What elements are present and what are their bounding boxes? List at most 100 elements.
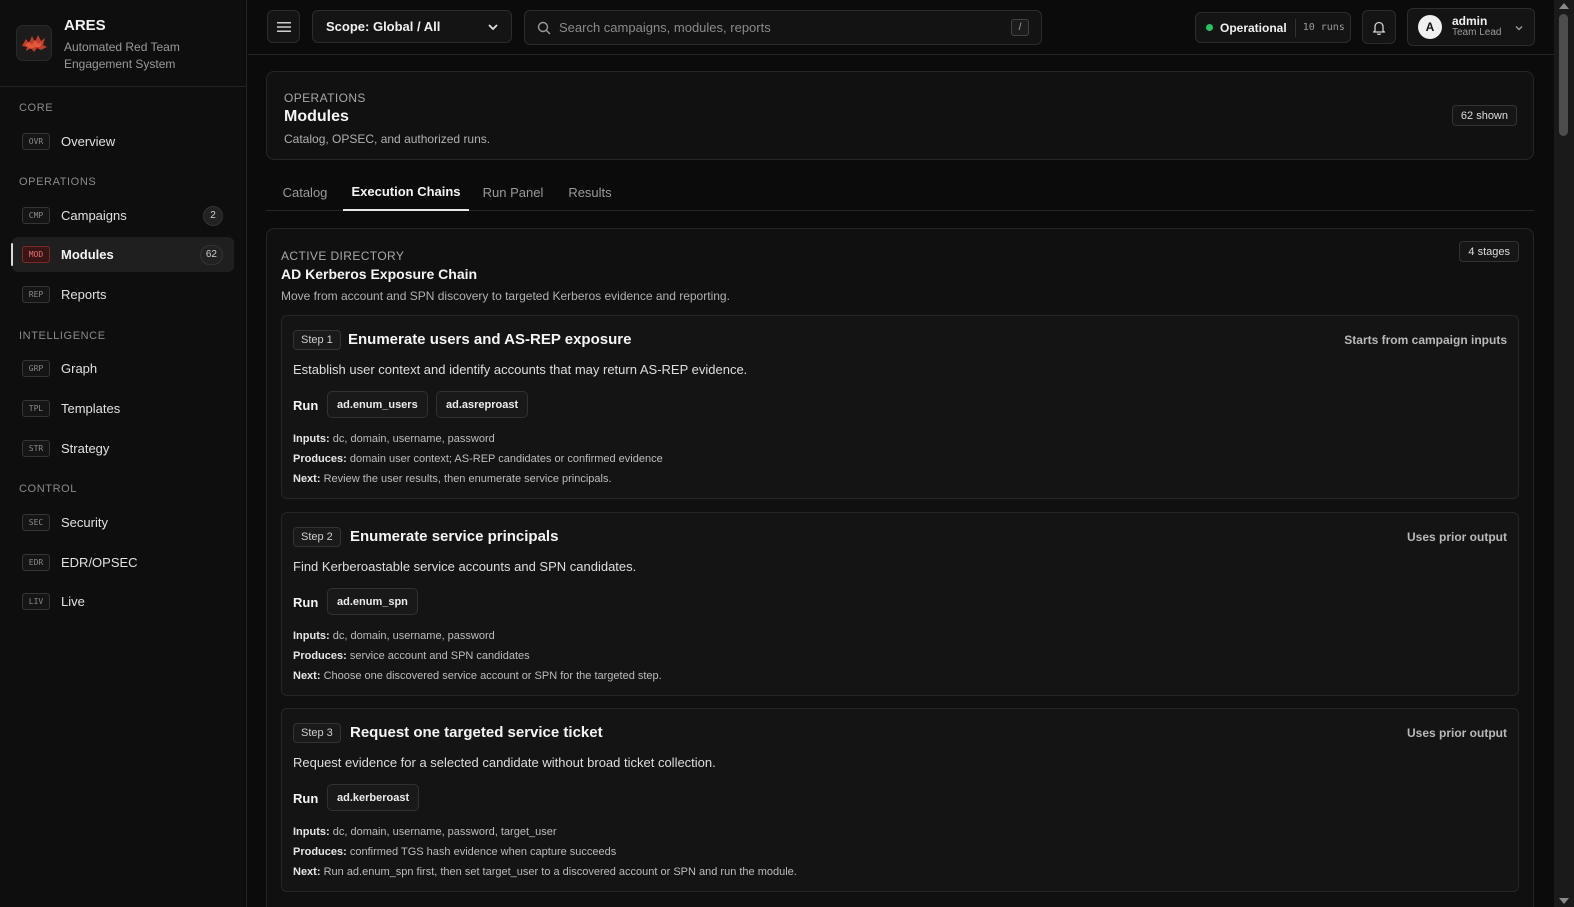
step-inputs: Inputs: dc, domain, username, password, … — [293, 826, 557, 838]
reports-code-icon: REP — [22, 286, 50, 303]
sidebar: ARES Automated Red Team Engagement Syste… — [0, 0, 247, 907]
scroll-down-icon[interactable] — [1559, 898, 1569, 904]
step-title: Enumerate users and AS-REP exposure — [348, 331, 632, 348]
avatar: A — [1418, 15, 1442, 39]
inputs-label: Inputs: — [293, 433, 330, 445]
inputs-value: dc, domain, username, password, target_u… — [332, 826, 557, 838]
tab-results[interactable]: Results — [560, 173, 620, 211]
sidebar-item-label: Templates — [61, 401, 121, 416]
page-eyebrow: OPERATIONS — [284, 91, 366, 105]
chain-category: ACTIVE DIRECTORY — [281, 249, 405, 263]
step-description: Request evidence for a selected candidat… — [293, 755, 716, 770]
produces-label: Produces: — [293, 650, 347, 662]
sidebar-item-label: Reports — [61, 287, 107, 302]
inputs-value: dc, domain, username, password — [332, 433, 495, 445]
main-content: OPERATIONS Modules Catalog, OPSEC, and a… — [248, 55, 1554, 907]
scope-select[interactable]: Scope: Global / All — [312, 10, 512, 43]
module-chip[interactable]: ad.enum_spn — [327, 588, 418, 615]
overview-code-icon: OVR — [22, 133, 50, 150]
run-label: Run — [293, 791, 319, 806]
campaigns-code-icon: CMP — [22, 207, 50, 224]
live-code-icon: LIV — [22, 593, 50, 610]
search-icon — [537, 21, 551, 34]
app-root: ARES Automated Red Team Engagement Syste… — [0, 0, 1574, 907]
shown-count-badge: 62 shown — [1451, 105, 1517, 126]
step-number-badge: Step 1 — [293, 330, 341, 350]
sidebar-item-label: Overview — [61, 134, 116, 149]
sidebar-item-templates[interactable]: TPL Templates — [12, 391, 234, 426]
search-shortcut-key: / — [1011, 19, 1029, 36]
stages-count-badge: 4 stages — [1459, 241, 1519, 262]
sidebar-item-edr-opsec[interactable]: EDR EDR/OPSEC — [12, 545, 234, 580]
next-label: Next: — [293, 866, 321, 878]
step-inputs: Inputs: dc, domain, username, password — [293, 630, 495, 642]
step-number-badge: Step 2 — [293, 527, 341, 547]
tab-catalog[interactable]: Catalog — [270, 173, 340, 211]
produces-value: domain user context; AS-REP candidates o… — [349, 453, 663, 465]
search-input[interactable] — [559, 20, 999, 35]
produces-label: Produces: — [293, 846, 347, 858]
step-produces: Produces: confirmed TGS hash evidence wh… — [293, 846, 616, 858]
chain-step: Step 3 Request one targeted service tick… — [281, 708, 1519, 892]
sidebar-item-reports[interactable]: REP Reports — [12, 277, 234, 312]
section-label-control: CONTROL — [19, 483, 77, 495]
sidebar-item-label: Campaigns — [61, 208, 127, 223]
strategy-code-icon: STR — [22, 440, 50, 457]
inputs-value: dc, domain, username, password — [332, 630, 495, 642]
scope-select-value: Scope: Global / All — [326, 19, 441, 34]
templates-code-icon: TPL — [22, 400, 50, 417]
module-tabs: Catalog Execution Chains Run Panel Resul… — [266, 173, 1534, 211]
sidebar-item-label: Strategy — [61, 441, 110, 456]
tab-run-panel[interactable]: Run Panel — [474, 173, 552, 211]
sidebar-item-security[interactable]: SEC Security — [12, 505, 234, 540]
status-runs-count: 10 runs — [1302, 22, 1345, 33]
next-value: Choose one discovered service account or… — [323, 670, 662, 682]
page-header: OPERATIONS Modules Catalog, OPSEC, and a… — [266, 71, 1534, 160]
page-subtitle: Catalog, OPSEC, and authorized runs. — [284, 132, 491, 146]
chevron-down-icon — [1515, 26, 1523, 31]
sidebar-item-campaigns[interactable]: CMP Campaigns 2 — [12, 198, 234, 233]
step-input-source: Uses prior output — [1406, 726, 1507, 740]
step-next: Next: Choose one discovered service acco… — [293, 670, 662, 682]
menu-toggle-button[interactable] — [267, 10, 300, 43]
campaigns-count-badge: 2 — [203, 205, 223, 226]
run-label: Run — [293, 595, 319, 610]
step-input-source: Starts from campaign inputs — [1344, 333, 1507, 347]
chain-description: Move from account and SPN discovery to t… — [281, 289, 730, 303]
status-dot-icon — [1206, 24, 1213, 31]
module-chip[interactable]: ad.kerberoast — [327, 784, 420, 811]
scroll-up-icon[interactable] — [1559, 3, 1569, 9]
sidebar-item-live[interactable]: LIV Live — [12, 584, 234, 619]
edr-code-icon: EDR — [22, 554, 50, 571]
chain-step: Step 1 Enumerate users and AS-REP exposu… — [281, 315, 1519, 499]
ares-logo-icon[interactable] — [16, 25, 52, 61]
section-label-operations: OPERATIONS — [19, 176, 97, 188]
sidebar-item-label: Modules — [61, 247, 114, 262]
step-title: Enumerate service principals — [350, 528, 559, 545]
step-next: Next: Review the user results, then enum… — [293, 473, 612, 485]
step-number-badge: Step 3 — [293, 723, 341, 743]
next-value: Run ad.enum_spn first, then set target_u… — [323, 866, 797, 878]
scrollbar-thumb[interactable] — [1559, 14, 1568, 136]
sidebar-item-label: Graph — [61, 361, 98, 376]
notifications-button[interactable] — [1362, 10, 1396, 44]
run-label: Run — [293, 398, 319, 413]
execution-chain-card: ACTIVE DIRECTORY AD Kerberos Exposure Ch… — [266, 228, 1534, 907]
next-label: Next: — [293, 473, 321, 485]
search-box: / — [524, 10, 1042, 45]
sidebar-item-overview[interactable]: OVR Overview — [12, 124, 234, 159]
tab-execution-chains[interactable]: Execution Chains — [343, 173, 469, 211]
user-menu[interactable]: A admin Team Lead — [1407, 8, 1535, 46]
page-scrollbar[interactable] — [1554, 0, 1574, 907]
sidebar-item-modules[interactable]: MOD Modules 62 — [11, 237, 234, 272]
graph-code-icon: GRP — [22, 360, 50, 377]
produces-label: Produces: — [293, 453, 347, 465]
module-chip[interactable]: ad.enum_users — [327, 391, 428, 418]
sidebar-item-strategy[interactable]: STR Strategy — [12, 431, 234, 466]
system-status[interactable]: Operational 10 runs — [1195, 12, 1351, 43]
sidebar-item-graph[interactable]: GRP Graph — [12, 351, 234, 386]
step-next: Next: Run ad.enum_spn first, then set ta… — [293, 866, 797, 878]
module-chip[interactable]: ad.asreproast — [436, 391, 529, 418]
step-title: Request one targeted service ticket — [350, 724, 603, 741]
step-description: Find Kerberoastable service accounts and… — [293, 559, 637, 574]
